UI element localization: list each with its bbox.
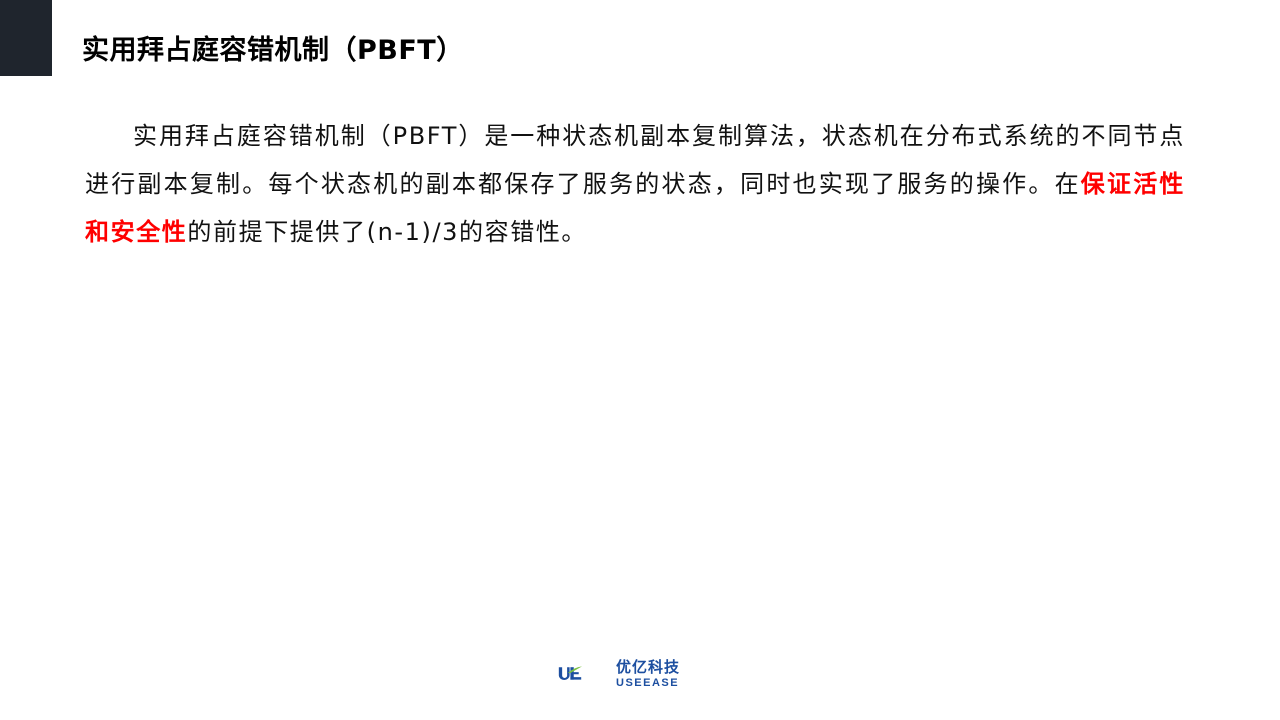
logo-chinese-name: 优亿科技 — [616, 658, 681, 676]
useease-logo-icon — [558, 666, 583, 680]
corner-accent-block — [0, 0, 52, 76]
slide-title: 实用拜占庭容错机制（PBFT） — [82, 35, 464, 66]
body-text-before: 实用拜占庭容错机制（PBFT）是一种状态机副本复制算法，状态机在分布式系统的不同… — [85, 122, 1185, 198]
logo-english-name: USEEASE — [616, 677, 680, 689]
body-text-after: 的前提下提供了(n-1)/3的容错性。 — [187, 218, 588, 246]
body-paragraph: 实用拜占庭容错机制（PBFT）是一种状态机副本复制算法，状态机在分布式系统的不同… — [85, 112, 1185, 256]
